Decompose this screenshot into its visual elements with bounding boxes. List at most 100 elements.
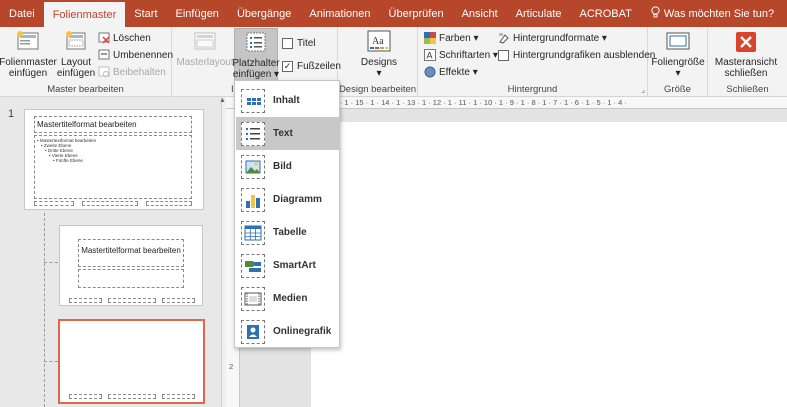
svg-text:Aa: Aa xyxy=(372,36,384,47)
group-background: Farben ▾ A Schriftarten ▾ Effekte ▾ Hint… xyxy=(418,27,655,97)
layout-title-text: Mastertitelformat bearbeiten xyxy=(81,246,181,255)
menu-item-text[interactable]: Text xyxy=(236,117,339,150)
tab-view[interactable]: Ansicht xyxy=(453,0,507,27)
effects-button[interactable]: Effekte ▾ xyxy=(424,64,478,80)
delete-button[interactable]: Löschen xyxy=(98,30,151,46)
background-dialog-launcher-icon[interactable]: ⌟ xyxy=(641,85,645,94)
hide-background-graphics-box[interactable] xyxy=(498,49,509,61)
menu-item-table-label: Tabelle xyxy=(273,227,307,238)
slide-canvas[interactable] xyxy=(311,122,787,407)
slide-size-icon xyxy=(664,29,692,55)
group-close-label: Schließen xyxy=(726,84,769,95)
insert-placeholder-icon xyxy=(242,30,270,56)
insert-layout-label-1: Layout xyxy=(60,57,92,68)
menu-item-chart-label: Diagramm xyxy=(273,194,322,205)
menu-item-smartart-label: SmartArt xyxy=(273,260,316,271)
insert-layout-button[interactable]: Layout einfügen xyxy=(57,29,95,79)
menu-item-media[interactable]: Medien xyxy=(236,282,339,315)
insert-placeholder-menu: Inhalt Text Bild Diagramm Tabelle SmartA… xyxy=(234,80,340,348)
menu-item-picture-label: Bild xyxy=(273,161,292,172)
slide-size-dropdown-icon: ▾ xyxy=(675,68,681,79)
ribbon-tab-bar: Datei Folienmaster Start Einfügen Übergä… xyxy=(0,0,787,27)
designs-label: Designs xyxy=(360,57,398,68)
master-text-level-5: • Fünfte Ebene xyxy=(53,158,83,163)
tab-transitions[interactable]: Übergänge xyxy=(228,0,300,27)
delete-label: Löschen xyxy=(113,32,151,44)
blank-layout-thumbnail-selected[interactable] xyxy=(58,319,205,404)
effects-label: Effekte xyxy=(439,66,470,78)
master-footer-placeholder xyxy=(82,201,138,206)
lightbulb-icon xyxy=(651,6,660,21)
menu-item-content[interactable]: Inhalt xyxy=(236,84,339,117)
group-edit-theme-label: Design bearbeiten xyxy=(338,84,417,95)
layout-title-placeholder: Mastertitelformat bearbeiten xyxy=(78,239,184,267)
master-title-text: Mastertitelformat bearbeiten xyxy=(37,120,137,129)
horizontal-ruler-ticks: · 1 · 16 · 1 · 15 · 1 · 14 · 1 · 13 · 1 … xyxy=(314,98,627,107)
picture-placeholder-icon xyxy=(241,154,265,179)
slide-thumbnail-pane[interactable]: 1 Mastertitelformat bearbeiten • Mastert… xyxy=(0,97,226,407)
close-master-view-button[interactable]: Masteransicht schließen xyxy=(711,29,781,79)
footer-checkbox[interactable]: ✓ Fußzeilen xyxy=(282,58,341,74)
tab-articulate[interactable]: Articulate xyxy=(507,0,571,27)
footer-checkbox-box[interactable]: ✓ xyxy=(282,60,293,72)
rename-label: Umbenennen xyxy=(113,49,174,61)
thumbnail-scrollbar[interactable]: ▲ xyxy=(219,97,226,407)
close-master-view-label-2: schließen xyxy=(724,68,768,79)
blank-date-placeholder xyxy=(69,394,102,399)
title-layout-thumbnail[interactable]: Mastertitelformat bearbeiten xyxy=(59,225,203,306)
tab-slide-master[interactable]: Folienmaster xyxy=(43,2,126,27)
insert-placeholder-label-1: Platzhalter xyxy=(232,58,280,69)
title-checkbox[interactable]: Titel xyxy=(282,35,316,51)
scroll-up-arrow-icon[interactable]: ▲ xyxy=(219,97,226,104)
ribbon: Folienmaster einfügen Layout einfügen Lö… xyxy=(0,27,787,97)
menu-item-table[interactable]: Tabelle xyxy=(236,216,339,249)
master-slide-thumbnail[interactable]: Mastertitelformat bearbeiten • Mastertex… xyxy=(24,109,204,210)
svg-text:A: A xyxy=(427,51,433,61)
hide-background-graphics-checkbox[interactable]: Hintergrundgrafiken ausblenden xyxy=(498,47,655,63)
tab-insert[interactable]: Einfügen xyxy=(167,0,228,27)
menu-item-content-label: Inhalt xyxy=(273,95,300,106)
tab-acrobat[interactable]: ACROBAT xyxy=(571,0,641,27)
tab-animations[interactable]: Animationen xyxy=(300,0,379,27)
slide-number: 1 xyxy=(8,108,15,120)
master-layout-button[interactable]: Masterlayout xyxy=(176,29,234,68)
insert-placeholder-label-2: einfügen ▾ xyxy=(232,69,280,80)
menu-item-text-label: Text xyxy=(273,128,293,139)
tab-file[interactable]: Datei xyxy=(0,0,44,27)
chart-placeholder-icon xyxy=(241,187,265,212)
fonts-button[interactable]: A Schriftarten ▾ xyxy=(424,47,498,63)
smartart-placeholder-icon xyxy=(241,253,265,278)
rename-button[interactable]: Umbenennen xyxy=(98,47,173,63)
tab-home[interactable]: Start xyxy=(125,0,166,27)
close-master-view-icon xyxy=(732,29,760,55)
hide-background-graphics-label: Hintergrundgrafiken ausblenden xyxy=(513,49,656,61)
colors-button[interactable]: Farben ▾ xyxy=(424,30,479,46)
slide-size-button[interactable]: Foliengröße ▾ xyxy=(651,29,705,79)
group-edit-master-label: Master bearbeiten xyxy=(47,84,124,95)
menu-item-picture[interactable]: Bild xyxy=(236,150,339,183)
layout-date-placeholder xyxy=(69,298,102,303)
preserve-icon xyxy=(98,66,110,78)
tab-review[interactable]: Überprüfen xyxy=(380,0,453,27)
rename-icon xyxy=(98,49,110,61)
menu-item-smartart[interactable]: SmartArt xyxy=(236,249,339,282)
insert-slide-master-label-1: Folienmaster xyxy=(0,57,57,68)
menu-item-online-picture[interactable]: Onlinegrafik xyxy=(236,315,339,348)
tell-me-box[interactable]: Was möchten Sie tun? xyxy=(641,0,783,27)
insert-slide-master-button[interactable]: Folienmaster einfügen xyxy=(0,29,57,79)
menu-item-online-picture-label: Onlinegrafik xyxy=(273,326,332,337)
menu-item-chart[interactable]: Diagramm xyxy=(236,183,339,216)
designs-button[interactable]: Aa Designs ▾ xyxy=(360,29,398,79)
group-size-label: Größe xyxy=(664,84,691,95)
insert-placeholder-button[interactable]: Platzhalter einfügen ▾ xyxy=(232,28,280,82)
designs-dropdown-icon: ▾ xyxy=(376,68,382,79)
title-checkbox-box[interactable] xyxy=(282,37,293,49)
preserve-button[interactable]: Beibehalten xyxy=(98,64,166,80)
insert-slide-master-icon xyxy=(14,29,42,55)
group-edit-theme: Aa Designs ▾ Design bearbeiten xyxy=(338,27,418,97)
effects-icon xyxy=(424,66,436,78)
insert-slide-master-label-2: einfügen xyxy=(8,68,48,79)
master-layout-label: Masterlayout xyxy=(176,57,234,68)
background-styles-button[interactable]: Hintergrundformate ▾ xyxy=(498,30,607,46)
blank-slidenumber-placeholder xyxy=(162,394,195,399)
